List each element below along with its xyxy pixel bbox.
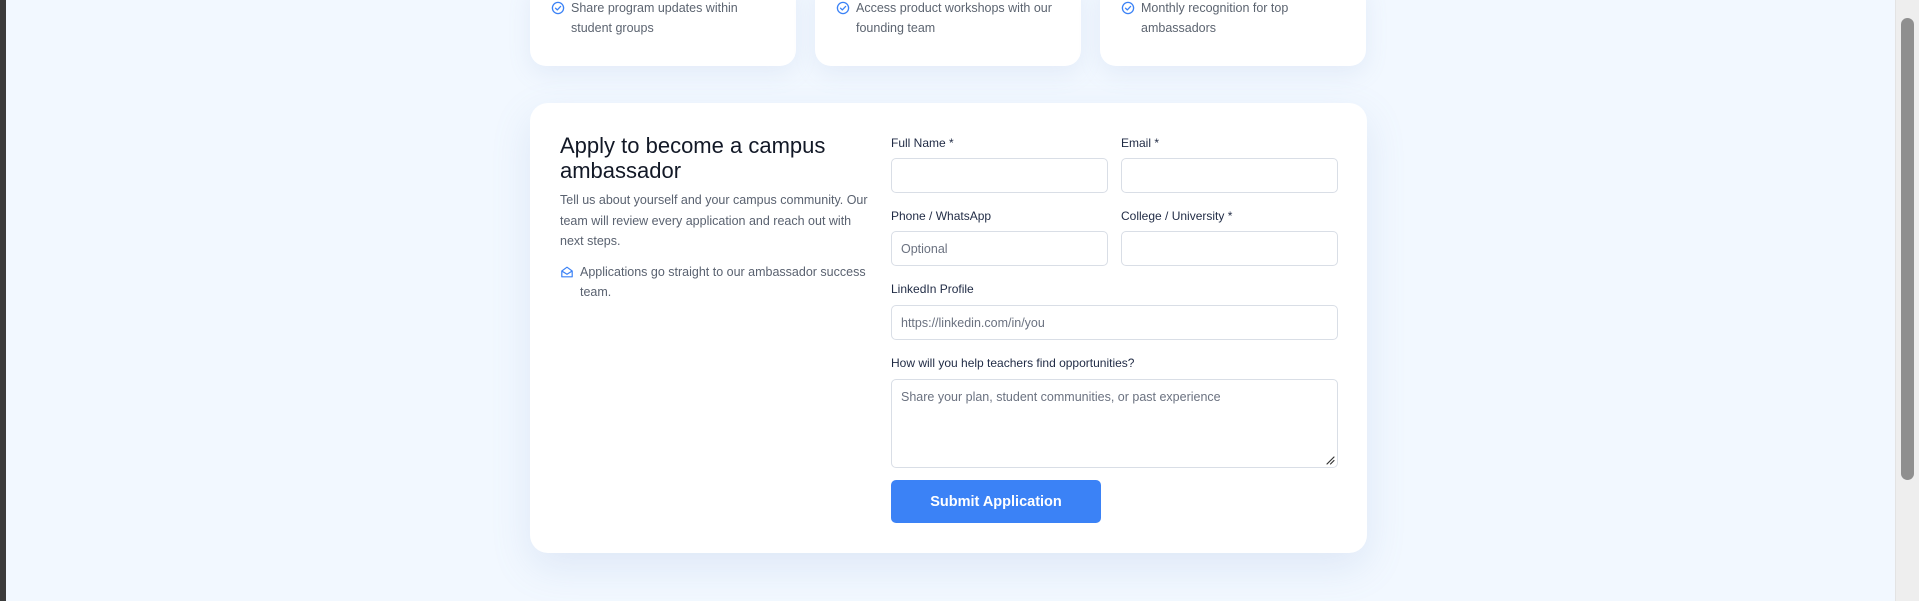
email-input[interactable] <box>1121 158 1338 193</box>
phone-label: Phone / WhatsApp <box>891 209 992 223</box>
resize-handle-icon[interactable] <box>1325 455 1335 465</box>
window-left-edge <box>0 0 6 601</box>
linkedin-label: LinkedIn Profile <box>891 282 974 296</box>
plan-label: How will you help teachers find opportun… <box>891 356 1135 370</box>
college-label: College / University * <box>1121 209 1233 223</box>
benefit-item: Share program updates within student gro… <box>551 0 776 38</box>
benefit-item: Access product workshops with our foundi… <box>836 0 1061 38</box>
check-circle-icon <box>551 1 565 15</box>
scrollbar-thumb[interactable] <box>1901 18 1914 480</box>
application-intro: Apply to become a campus ambassador Tell… <box>560 133 870 303</box>
benefit-text: Monthly recognition for top ambassadors <box>1141 1 1289 35</box>
full-name-label: Full Name * <box>891 136 954 150</box>
scrollbar-track[interactable] <box>1895 0 1919 601</box>
plan-textarea[interactable] <box>891 379 1338 468</box>
application-title: Apply to become a campus ambassador <box>560 133 826 183</box>
email-label: Email * <box>1121 136 1160 150</box>
application-note: Applications go straight to our ambassad… <box>560 262 870 303</box>
mail-open-icon <box>561 266 573 277</box>
application-note-text: Applications go straight to our ambassad… <box>580 264 866 300</box>
benefit-text: Access product workshops with our foundi… <box>856 1 1052 35</box>
linkedin-input[interactable] <box>891 305 1338 340</box>
check-circle-icon <box>1121 1 1135 15</box>
submit-application-button[interactable]: Submit Application <box>891 480 1101 523</box>
application-card: Apply to become a campus ambassador Tell… <box>530 103 1367 553</box>
benefit-card: Access product workshops with our foundi… <box>815 0 1081 66</box>
application-description: Tell us about yourself and your campus c… <box>560 193 868 248</box>
college-input[interactable] <box>1121 231 1338 266</box>
benefit-card: Monthly recognition for top ambassadors <box>1100 0 1366 66</box>
benefit-item: Monthly recognition for top ambassadors <box>1121 0 1346 38</box>
benefit-text: Share program updates within student gro… <box>571 1 738 35</box>
check-circle-icon <box>836 1 850 15</box>
full-name-input[interactable] <box>891 158 1108 193</box>
phone-input[interactable] <box>891 231 1108 266</box>
benefit-card: Share program updates within student gro… <box>530 0 796 66</box>
